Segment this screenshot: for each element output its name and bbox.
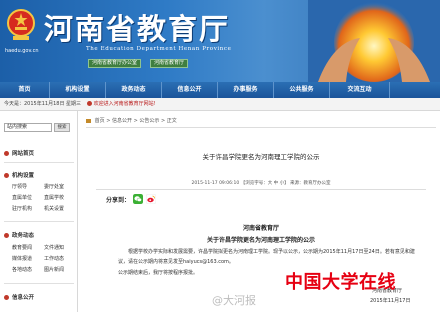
sidebar-divider	[4, 283, 74, 284]
watermark-red: 中国大学在线	[285, 272, 396, 293]
article-meta: 2015-11-17 09:06:10 【浏览字号：大 中 小】 来源：教育厅办…	[191, 181, 331, 186]
search-input[interactable]: 站内搜索	[4, 123, 52, 132]
breadcrumb-disclosure[interactable]: 信息公开	[112, 118, 132, 124]
breadcrumb-divider	[86, 127, 436, 128]
weibo-share-icon[interactable]	[146, 194, 157, 204]
breadcrumb-home[interactable]: 首页	[95, 118, 105, 124]
site-banner: haedu.gov.cn 河南省教育厅 The Education Depart…	[0, 0, 440, 82]
hands-sun-art	[308, 0, 440, 82]
sidebar-item[interactable]: 机关设置	[44, 205, 76, 212]
nav-news[interactable]: 政务动态	[106, 82, 162, 98]
document-paragraph: 根据学校办学实际和发展需要，许昌学院拟更名为河南理工学院。现予以公示，公示期为2…	[118, 249, 415, 265]
emblem-url-text: haedu.gov.cn	[5, 48, 39, 54]
sidebar-item[interactable]: 文件通知	[44, 244, 76, 251]
sidebar-item[interactable]: 各地动态	[12, 266, 44, 273]
sidebar-org-list: 厅领导 委厅处室 直属单位 直属学校 驻厅机构 机关设置	[12, 183, 76, 212]
info-bar: 今天是：2015年11月18日 星期三 欢迎进入河南省教育厅网站!	[0, 98, 440, 111]
sidebar-item[interactable]: 媒体报道	[12, 255, 44, 262]
sub-link-office[interactable]: 河南省教育厅办公室	[88, 59, 142, 68]
watermark-dahe: @大河报	[212, 294, 256, 307]
national-emblem-icon	[7, 9, 35, 40]
sidebar-divider	[4, 221, 74, 222]
sidebar-head-org[interactable]: 机构设置	[4, 171, 34, 179]
sidebar-head-news[interactable]: 政务动态	[4, 231, 34, 239]
sidebar-item[interactable]: 直属学校	[44, 194, 76, 201]
share-label: 分享到：	[106, 196, 131, 204]
nav-org[interactable]: 机构设置	[50, 82, 106, 98]
sidebar-item[interactable]: 直属单位	[12, 194, 44, 201]
home-icon	[86, 118, 91, 123]
article-title: 关于许昌学院更名为河南理工学院的公示	[202, 153, 320, 161]
sidebar-item[interactable]: 教育要闻	[12, 244, 44, 251]
sidebar: 站内搜索 搜索 网站首页 机构设置 厅领导 委厅处室 直属单位 直属学校 驻厅机…	[0, 111, 78, 312]
date-label: 今天是：2015年11月18日 星期三	[4, 101, 82, 107]
sidebar-item[interactable]: 工作动态	[44, 255, 76, 262]
signature-date: 2015年11月17日	[370, 298, 411, 304]
bullet-icon	[4, 172, 9, 178]
sidebar-head-home[interactable]: 网站首页	[4, 149, 34, 157]
welcome-text: 欢迎进入河南省教育厅网站!	[86, 101, 156, 107]
sidebar-item[interactable]: 图片新闻	[44, 266, 76, 273]
site-subtitle: The Education Department Henan Province	[86, 46, 232, 52]
welcome-icon	[86, 101, 92, 106]
share-bar: 分享到：	[106, 194, 157, 204]
sidebar-head-disclosure[interactable]: 信息公开	[4, 293, 34, 301]
wechat-share-icon[interactable]	[133, 194, 144, 204]
search-button[interactable]: 搜索	[54, 123, 70, 132]
sidebar-item[interactable]: 委厅处室	[44, 183, 76, 190]
bullet-icon	[4, 232, 9, 238]
nav-disclosure[interactable]: 信息公开	[162, 82, 218, 98]
nav-services[interactable]: 办事服务	[218, 82, 274, 98]
nav-home[interactable]: 首页	[0, 82, 50, 98]
document-org: 河南省教育厅	[242, 225, 279, 232]
breadcrumb: 首页 > 信息公开 > 公告公示 > 正文	[86, 116, 177, 126]
meta-divider	[96, 189, 426, 190]
bullet-icon	[4, 150, 9, 156]
nav-interact[interactable]: 交流互动	[330, 82, 390, 98]
bullet-icon	[4, 294, 9, 300]
sidebar-item[interactable]: 厅领导	[12, 183, 44, 190]
breadcrumb-current: 正文	[166, 118, 177, 124]
nav-public[interactable]: 公共服务	[274, 82, 330, 98]
site-title[interactable]: 河南省教育厅	[44, 6, 230, 48]
sidebar-news-list: 教育要闻 文件通知 媒体报道 工作动态 各地动态 图片新闻	[12, 244, 76, 273]
sidebar-item[interactable]: 驻厅机构	[12, 205, 44, 212]
document-title: 关于许昌学院更名为河南理工学院的公示	[206, 237, 315, 244]
sidebar-divider	[4, 162, 74, 163]
main-nav: 首页 机构设置 政务动态 信息公开 办事服务 公共服务 交流互动	[0, 82, 440, 98]
sub-link-dept[interactable]: 河南省教育厅	[150, 59, 189, 68]
breadcrumb-notices[interactable]: 公告公示	[139, 118, 159, 124]
